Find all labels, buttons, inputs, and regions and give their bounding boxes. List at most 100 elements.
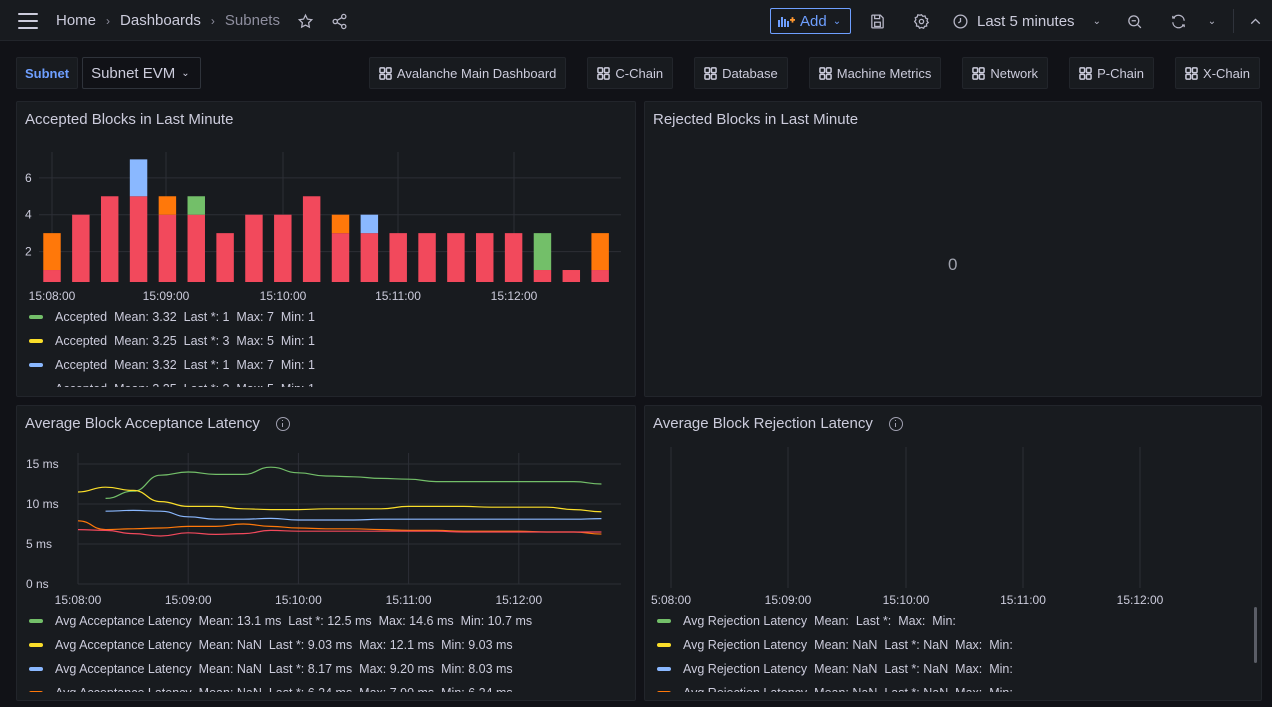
bar-segment[interactable] — [533, 270, 552, 282]
legend-item[interactable]: Avg Acceptance Latency Mean: NaN Last *: … — [25, 633, 625, 657]
rejected-blocks-value: 0 — [948, 255, 958, 274]
legend-item[interactable]: Avg Rejection Latency Mean: NaN Last *: N… — [653, 681, 1243, 692]
bar-segment[interactable] — [43, 270, 61, 282]
bar-segment[interactable] — [274, 214, 292, 282]
rejection-latency-chart: 5:08:00 15:09:00 15:10:00 15:11:00 15:12:00 — [651, 447, 1164, 607]
legend-series-name: Accepted — [55, 382, 107, 387]
bar-segment[interactable] — [216, 233, 234, 282]
x-tick-label: 15:09:00 — [143, 289, 190, 302]
time-range-label: Last 5 minutes — [977, 12, 1075, 30]
chevron-right-icon: › — [106, 13, 111, 28]
legend-item[interactable]: Accepted Mean: 3.25 Last *: 3 Max: 5 Min:… — [25, 329, 625, 353]
add-button[interactable]: Add ⌄ — [770, 8, 851, 34]
legend-item[interactable]: Avg Acceptance Latency Mean: 13.1 ms Last… — [25, 609, 625, 633]
dashboard-icon — [818, 66, 832, 80]
link-x-chain[interactable]: X-Chain — [1175, 57, 1260, 89]
gear-icon[interactable] — [908, 8, 934, 34]
legend-series-name: Avg Rejection Latency — [683, 662, 808, 676]
legend-item[interactable]: Avg Rejection Latency Mean: NaN Last *: N… — [653, 633, 1243, 657]
legend-swatch — [29, 363, 43, 367]
time-range-picker[interactable]: Last 5 minutes ⌄ — [952, 8, 1101, 34]
legend-swatch — [29, 315, 43, 319]
legend-stats: Mean: NaN Last *: NaN Max: Min: — [814, 638, 1013, 652]
refresh-interval-chevron-icon[interactable]: ⌄ — [1199, 8, 1225, 34]
legend-swatch — [657, 619, 671, 623]
bar-segment[interactable] — [389, 233, 407, 282]
share-icon[interactable] — [326, 8, 352, 34]
bar-segment[interactable] — [562, 270, 581, 282]
panel-acceptance-latency: Average Block Acceptance Latency 0 ns 5 m… — [16, 405, 636, 701]
legend-item[interactable]: Avg Rejection Latency Mean: NaN Last *: N… — [653, 657, 1243, 681]
legend-item[interactable]: Accepted Mean: 3.32 Last *: 1 Max: 7 Min:… — [25, 353, 625, 377]
legend: Avg Acceptance Latency Mean: 13.1 ms Last… — [25, 609, 625, 692]
legend-swatch — [29, 643, 43, 647]
bar-segment[interactable] — [533, 233, 552, 271]
panel-title[interactable]: Rejected Blocks in Last Minute — [653, 111, 858, 128]
bar-segment[interactable] — [158, 196, 177, 215]
bar-segment[interactable] — [447, 233, 465, 282]
legend-series-name: Accepted — [55, 358, 108, 372]
y-tick-label: 5 ms — [26, 537, 52, 551]
bar-segment[interactable] — [43, 233, 61, 271]
legend-series-name: Avg Rejection Latency — [683, 686, 807, 692]
bar-segment[interactable] — [187, 196, 205, 215]
series-line[interactable] — [77, 529, 602, 537]
bar-segment[interactable] — [418, 233, 436, 282]
save-icon[interactable] — [864, 8, 890, 34]
legend-item[interactable]: Accepted Mean: 3.32 Last *: 1 Max: 7 Min:… — [25, 305, 625, 329]
menu-icon[interactable] — [18, 13, 38, 29]
legend-stats: Mean: NaN Last *: 8.17 ms Max: 9.20 ms M… — [198, 662, 513, 676]
link-avalanche-main-dashboard[interactable]: Avalanche Main Dashboard — [368, 57, 567, 89]
link-network[interactable]: Network — [962, 57, 1049, 89]
x-tick-label: 15:10:00 — [275, 593, 322, 607]
legend-item[interactable]: Accepted Mean: 3.25 Last *: 3 Max: 5 Min:… — [25, 377, 625, 387]
legend-stats: Mean: 3.25 Last *: 3 Max: 5 Min: 1 — [114, 334, 315, 348]
bar-segment[interactable] — [331, 214, 350, 234]
bar-segment[interactable] — [302, 196, 321, 282]
series-line[interactable] — [105, 509, 602, 521]
bar-segment[interactable] — [476, 233, 494, 282]
refresh-icon[interactable] — [1165, 8, 1191, 34]
bar-segment[interactable] — [504, 233, 523, 282]
link-database[interactable]: Database — [694, 57, 788, 89]
bar-segment[interactable] — [591, 233, 609, 271]
x-tick-label: 15:09:00 — [765, 593, 812, 607]
legend-scrollbar[interactable] — [1254, 607, 1257, 663]
legend-item[interactable]: Avg Acceptance Latency Mean: NaN Last *: … — [25, 681, 625, 692]
x-tick-label: 15:11:00 — [375, 289, 421, 302]
bar-segment[interactable] — [245, 214, 263, 282]
link-machine-metrics[interactable]: Machine Metrics — [808, 57, 942, 89]
bar-segment[interactable] — [129, 196, 148, 282]
legend-stats: Mean: Last *: Max: Min: — [814, 614, 956, 628]
star-icon[interactable] — [292, 8, 318, 34]
bar-segment[interactable] — [158, 214, 177, 282]
legend-series-name: Accepted — [55, 334, 108, 348]
legend-swatch — [657, 691, 671, 692]
bar-segment[interactable] — [72, 214, 90, 282]
series-line[interactable] — [105, 466, 602, 499]
top-navbar: Home › Dashboards › Subnets Add ⌄ Last 5… — [0, 0, 1272, 41]
dashboard-icon — [704, 66, 717, 80]
series-line[interactable] — [77, 486, 602, 513]
bar-segment[interactable] — [331, 233, 350, 282]
breadcrumb-home[interactable]: Home — [56, 12, 96, 29]
bar-segment[interactable] — [100, 196, 119, 282]
link-p-chain[interactable]: P-Chain — [1069, 57, 1155, 89]
legend-item[interactable]: Avg Rejection Latency Mean: Last *: Max: … — [653, 609, 1243, 633]
bar-segment[interactable] — [129, 159, 148, 197]
legend-series-name: Avg Acceptance Latency — [55, 638, 192, 652]
zoom-out-icon[interactable] — [1121, 8, 1147, 34]
bar-segment[interactable] — [187, 214, 205, 282]
x-tick-label: 15:08:00 — [29, 289, 76, 302]
legend-series-name: Avg Rejection Latency — [683, 614, 808, 628]
chevron-up-icon[interactable] — [1242, 8, 1268, 34]
legend-series-name: Avg Rejection Latency — [683, 638, 808, 652]
breadcrumb-dashboards[interactable]: Dashboards — [120, 12, 201, 29]
bar-segment[interactable] — [591, 270, 609, 282]
link-c-chain[interactable]: C-Chain — [587, 57, 674, 89]
bar-segment[interactable] — [360, 233, 379, 282]
legend-series-name: Avg Acceptance Latency — [55, 614, 192, 628]
subnet-select[interactable]: Subnet EVM ⌄ — [82, 57, 201, 89]
legend-item[interactable]: Avg Acceptance Latency Mean: NaN Last *: … — [25, 657, 625, 681]
bar-segment[interactable] — [360, 214, 379, 234]
